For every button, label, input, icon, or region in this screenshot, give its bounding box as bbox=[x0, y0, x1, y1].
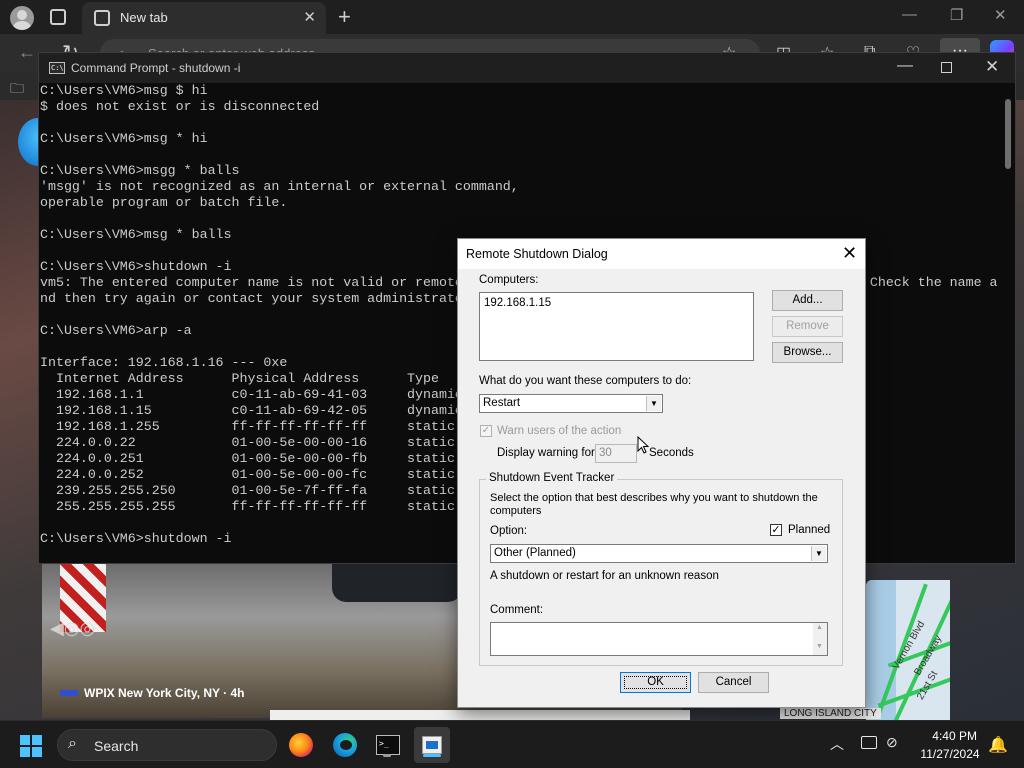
action-question-label: What do you want these computers to do: bbox=[479, 375, 692, 387]
news-image-car bbox=[332, 562, 462, 602]
comment-scrollbar[interactable]: ▲ ▼ bbox=[813, 623, 827, 655]
comment-label: Comment: bbox=[490, 604, 544, 616]
cmd-scrollbar-thumb[interactable] bbox=[1005, 99, 1011, 169]
network-disconnected-icon[interactable]: ⊘ bbox=[886, 734, 898, 751]
dialog-close-button[interactable]: ✕ bbox=[842, 243, 857, 264]
taskbar-shutdown-dialog-icon[interactable] bbox=[414, 727, 450, 763]
edge-restore-button[interactable]: ❐ bbox=[950, 6, 963, 24]
search-icon: ⌕ bbox=[68, 735, 77, 752]
dialog-title: Remote Shutdown Dialog bbox=[466, 247, 608, 261]
browse-button[interactable]: Browse... bbox=[772, 342, 843, 363]
display-icon[interactable] bbox=[861, 736, 877, 749]
display-warning-label: Display warning for bbox=[497, 447, 595, 459]
chevron-down-icon[interactable]: ▼ bbox=[811, 546, 826, 561]
edge-close-button[interactable]: ✕ bbox=[994, 6, 1007, 24]
remove-button[interactable]: Remove bbox=[772, 316, 843, 337]
clock-time[interactable]: 4:40 PM bbox=[915, 729, 977, 743]
taskbar: ⌕ Search >_ ︿ ⊘ 4:40 PM 11/27/2024 🔔 bbox=[0, 720, 1024, 768]
tray-overflow-chevron-icon[interactable]: ︿ bbox=[830, 734, 844, 754]
warning-seconds-input[interactable]: 30 bbox=[595, 444, 637, 463]
console-line: C:\Users\VM6>msg * hi bbox=[40, 131, 208, 146]
tracker-description: Select the option that best describes wh… bbox=[490, 492, 818, 504]
tab-new-tab[interactable]: New tab ✕ bbox=[82, 2, 326, 34]
tracker-title: Shutdown Event Tracker bbox=[486, 472, 618, 484]
action-select-value: Restart bbox=[483, 397, 521, 409]
tab-title: New tab bbox=[120, 10, 168, 25]
console-line: C:\Users\VM6>msg $ hi bbox=[40, 83, 208, 98]
taskbar-firefox-icon[interactable] bbox=[283, 727, 319, 763]
edge-tab-bar: New tab ✕ + — ❐ ✕ bbox=[0, 0, 1024, 34]
cancel-button[interactable]: Cancel bbox=[698, 672, 769, 693]
news-headline-strip bbox=[270, 710, 690, 720]
active-indicator bbox=[423, 754, 441, 757]
taskbar-terminal-icon[interactable]: >_ bbox=[370, 727, 406, 763]
dialog-title-bar[interactable]: Remote Shutdown Dialog ✕ bbox=[458, 239, 865, 269]
clock-date[interactable]: 11/27/2024 bbox=[915, 747, 985, 761]
news-source-logo bbox=[60, 690, 78, 696]
new-tab-icon bbox=[94, 10, 110, 26]
computers-list[interactable]: 192.168.1.15 bbox=[479, 292, 754, 361]
cmd-window-title: Command Prompt - shutdown -i bbox=[71, 61, 241, 75]
tracker-description-2: computers bbox=[490, 505, 542, 517]
action-select[interactable]: Restart ▼ bbox=[479, 394, 663, 413]
tab-actions-icon[interactable] bbox=[50, 9, 66, 25]
scroll-up-icon[interactable]: ▲ bbox=[816, 624, 823, 631]
edge-minimize-button[interactable]: — bbox=[902, 6, 917, 23]
chevron-down-icon[interactable]: ▼ bbox=[646, 396, 661, 411]
warn-users-checkbox[interactable]: ✓ bbox=[480, 425, 492, 437]
console-line: 'msgg' is not recognized as an internal … bbox=[40, 179, 519, 194]
taskbar-edge-icon[interactable] bbox=[327, 727, 363, 763]
computer-list-item[interactable]: 192.168.1.15 bbox=[484, 297, 551, 309]
warn-users-label: Warn users of the action bbox=[497, 425, 622, 437]
cmd-maximize-button[interactable] bbox=[941, 62, 952, 73]
console-line: operable program or batch file. bbox=[40, 195, 288, 210]
planned-label: Planned bbox=[788, 524, 831, 536]
map-card[interactable]: Vernon Blvd Broadway 21st St bbox=[866, 580, 950, 720]
back-arrow-icon[interactable]: ← bbox=[18, 42, 36, 63]
video-play-icon: ◀◎◎ bbox=[50, 618, 96, 638]
news-source-label: WPIX New York City, NY · 4h bbox=[84, 686, 245, 700]
console-line: $ does not exist or is disconnected bbox=[40, 99, 320, 114]
ok-button[interactable]: OK bbox=[620, 672, 691, 693]
map-caption: LONG ISLAND CITY bbox=[780, 708, 881, 719]
option-select[interactable]: Other (Planned) ▼ bbox=[490, 544, 828, 563]
cmd-title-bar[interactable]: C:\ Command Prompt - shutdown -i — ✕ bbox=[39, 53, 1015, 83]
cmd-close-button[interactable]: ✕ bbox=[985, 57, 999, 77]
option-description: A shutdown or restart for an unknown rea… bbox=[490, 570, 719, 582]
tab-close-icon[interactable]: ✕ bbox=[303, 8, 316, 26]
focus-rect bbox=[624, 676, 687, 689]
favorites-folder-icon[interactable]: 🗀 bbox=[10, 78, 24, 102]
option-label: Option: bbox=[490, 525, 528, 537]
scroll-down-icon[interactable]: ▼ bbox=[816, 643, 823, 650]
remote-shutdown-dialog: Remote Shutdown Dialog ✕ Computers: 192.… bbox=[457, 238, 866, 708]
option-select-value: Other (Planned) bbox=[494, 547, 576, 559]
new-tab-button[interactable]: + bbox=[338, 4, 351, 30]
cmd-app-icon: C:\ bbox=[49, 62, 65, 74]
profile-avatar-icon[interactable] bbox=[10, 6, 34, 30]
shutdown-event-tracker-group: Shutdown Event Tracker Select the option… bbox=[479, 472, 843, 666]
start-windows-icon[interactable] bbox=[20, 735, 42, 757]
running-indicator bbox=[383, 754, 391, 757]
comment-textarea[interactable]: ▲ ▼ bbox=[490, 622, 828, 656]
taskbar-search-label: Search bbox=[94, 738, 139, 754]
taskbar-search-box[interactable]: ⌕ Search bbox=[57, 729, 277, 761]
console-line: C:\Users\VM6>msgg * balls bbox=[40, 163, 240, 178]
cmd-minimize-button[interactable]: — bbox=[897, 57, 913, 75]
computers-label: Computers: bbox=[479, 274, 539, 286]
add-button[interactable]: Add... bbox=[772, 290, 843, 311]
seconds-label: Seconds bbox=[649, 447, 694, 459]
planned-checkbox[interactable]: ✓ bbox=[770, 524, 782, 536]
notification-bell-icon[interactable]: 🔔 bbox=[988, 735, 1008, 755]
